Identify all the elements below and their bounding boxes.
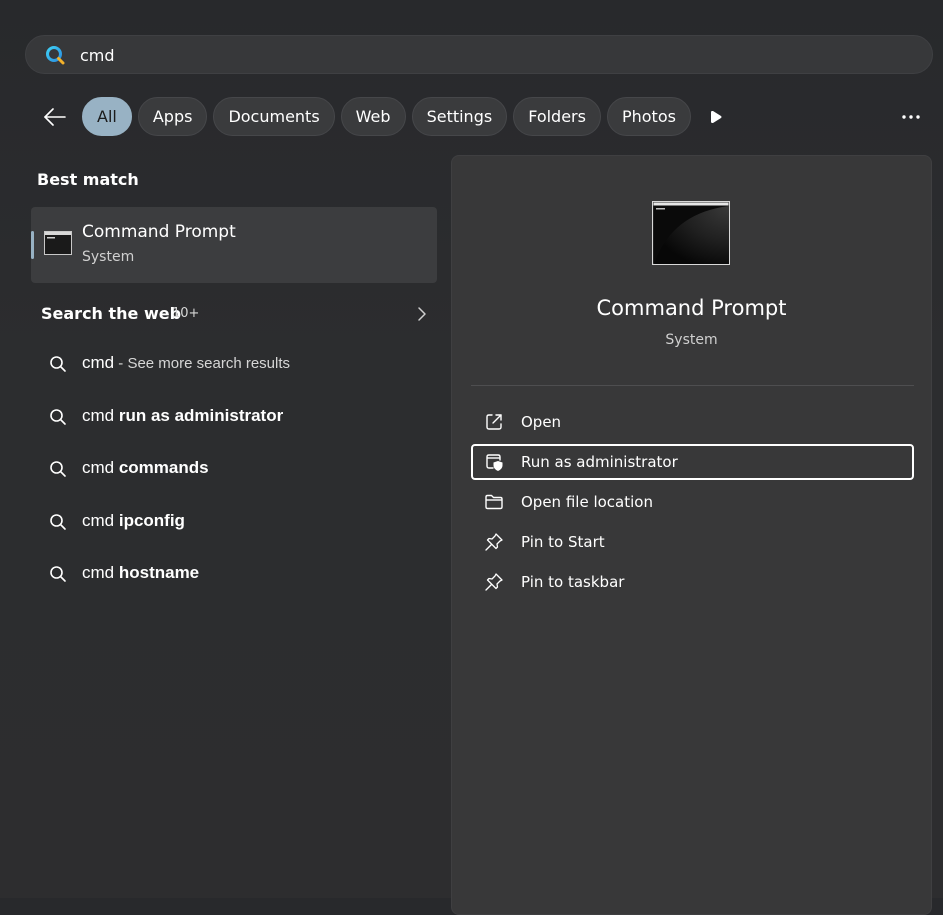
pin-to-start-action[interactable]: Pin to Start: [471, 524, 914, 560]
web-result-suggestion: run as administrator: [118, 405, 284, 425]
search-bar[interactable]: [25, 35, 933, 74]
open-external-icon: [486, 414, 502, 430]
web-result-item[interactable]: cmd hostname: [31, 548, 437, 601]
more-filters-button[interactable]: [703, 104, 729, 130]
web-result-text: cmd commands: [82, 458, 209, 478]
run-as-administrator-action[interactable]: Run as administrator: [471, 444, 914, 480]
filter-bar: All Apps Documents Web Settings Folders …: [82, 97, 691, 136]
search-icon: [50, 513, 66, 530]
search-icon: [50, 408, 66, 425]
web-result-suggestion: commands: [118, 458, 209, 477]
web-result-item[interactable]: cmd ipconfig: [31, 496, 437, 549]
filter-chip-photos[interactable]: Photos: [606, 97, 691, 136]
detail-subtitle: System: [665, 332, 718, 348]
open-file-location-label: Open file location: [521, 493, 653, 511]
command-prompt-icon: [44, 231, 72, 255]
web-result-query: cmd: [82, 458, 119, 477]
search-icon: [50, 461, 66, 477]
divider: [471, 385, 914, 386]
pin-to-start-label: Pin to Start: [521, 533, 605, 551]
search-input[interactable]: [80, 43, 580, 67]
best-match-subtitle: System: [82, 249, 135, 265]
filter-chip-folders[interactable]: Folders: [513, 97, 601, 136]
more-options-button[interactable]: [896, 104, 926, 130]
selection-indicator: [31, 231, 34, 259]
detail-title: Command Prompt: [596, 296, 787, 320]
web-result-item[interactable]: cmd commands: [31, 443, 437, 496]
web-result-hint: - See more search results: [114, 355, 291, 372]
web-result-text: cmd hostname: [82, 563, 199, 583]
web-result-item[interactable]: cmd run as administrator: [31, 391, 437, 444]
web-result-query: cmd: [82, 405, 119, 425]
ellipsis-icon: [902, 115, 920, 119]
filter-chip-all[interactable]: All: [82, 97, 132, 136]
back-button[interactable]: [38, 100, 72, 134]
folder-icon: [485, 494, 503, 510]
web-result-item[interactable]: cmd - See more search results: [31, 338, 437, 391]
arrow-left-icon: [44, 108, 66, 126]
best-match-heading: Best match: [37, 170, 139, 189]
pin-icon: [485, 573, 503, 591]
search-icon: [50, 566, 66, 582]
web-results-count: 10+: [172, 306, 200, 321]
web-result-suggestion: ipconfig: [118, 510, 185, 530]
pin-icon: [485, 533, 503, 551]
chevron-right-icon: [418, 307, 426, 321]
pin-to-taskbar-action[interactable]: Pin to taskbar: [471, 564, 914, 600]
filter-chip-web[interactable]: Web: [340, 97, 406, 136]
filter-chip-apps[interactable]: Apps: [137, 97, 208, 136]
web-result-text: cmd - See more search results: [82, 353, 290, 373]
open-action-label: Open: [521, 413, 562, 431]
play-icon: [711, 111, 722, 123]
action-list: Open Run as administrator Open file loca…: [471, 404, 914, 604]
search-icon: [46, 46, 65, 65]
filter-chip-settings[interactable]: Settings: [411, 97, 508, 136]
command-prompt-icon: [652, 201, 730, 265]
search-the-web-header[interactable]: Search the web 10+: [31, 298, 437, 330]
shield-window-icon: [486, 454, 503, 471]
best-match-title: Command Prompt: [82, 222, 236, 242]
pin-to-taskbar-label: Pin to taskbar: [521, 573, 625, 591]
filter-chip-documents[interactable]: Documents: [213, 97, 335, 136]
search-the-web-heading: Search the web: [41, 304, 182, 323]
open-file-location-action[interactable]: Open file location: [471, 484, 914, 520]
best-match-item[interactable]: Command Prompt System: [31, 207, 437, 283]
detail-pane: Command Prompt System Open Run as admini…: [451, 155, 932, 915]
open-action[interactable]: Open: [471, 404, 914, 440]
web-result-text: cmd run as administrator: [82, 406, 283, 426]
web-result-suggestion: hostname: [118, 563, 200, 582]
web-results-list: cmd - See more search results cmd run as…: [31, 338, 437, 601]
web-result-query: cmd: [82, 353, 115, 372]
web-result-query: cmd: [82, 563, 119, 582]
run-as-administrator-label: Run as administrator: [521, 453, 678, 471]
web-result-text: cmd ipconfig: [82, 511, 185, 531]
web-result-query: cmd: [82, 510, 119, 530]
search-icon: [50, 356, 66, 372]
